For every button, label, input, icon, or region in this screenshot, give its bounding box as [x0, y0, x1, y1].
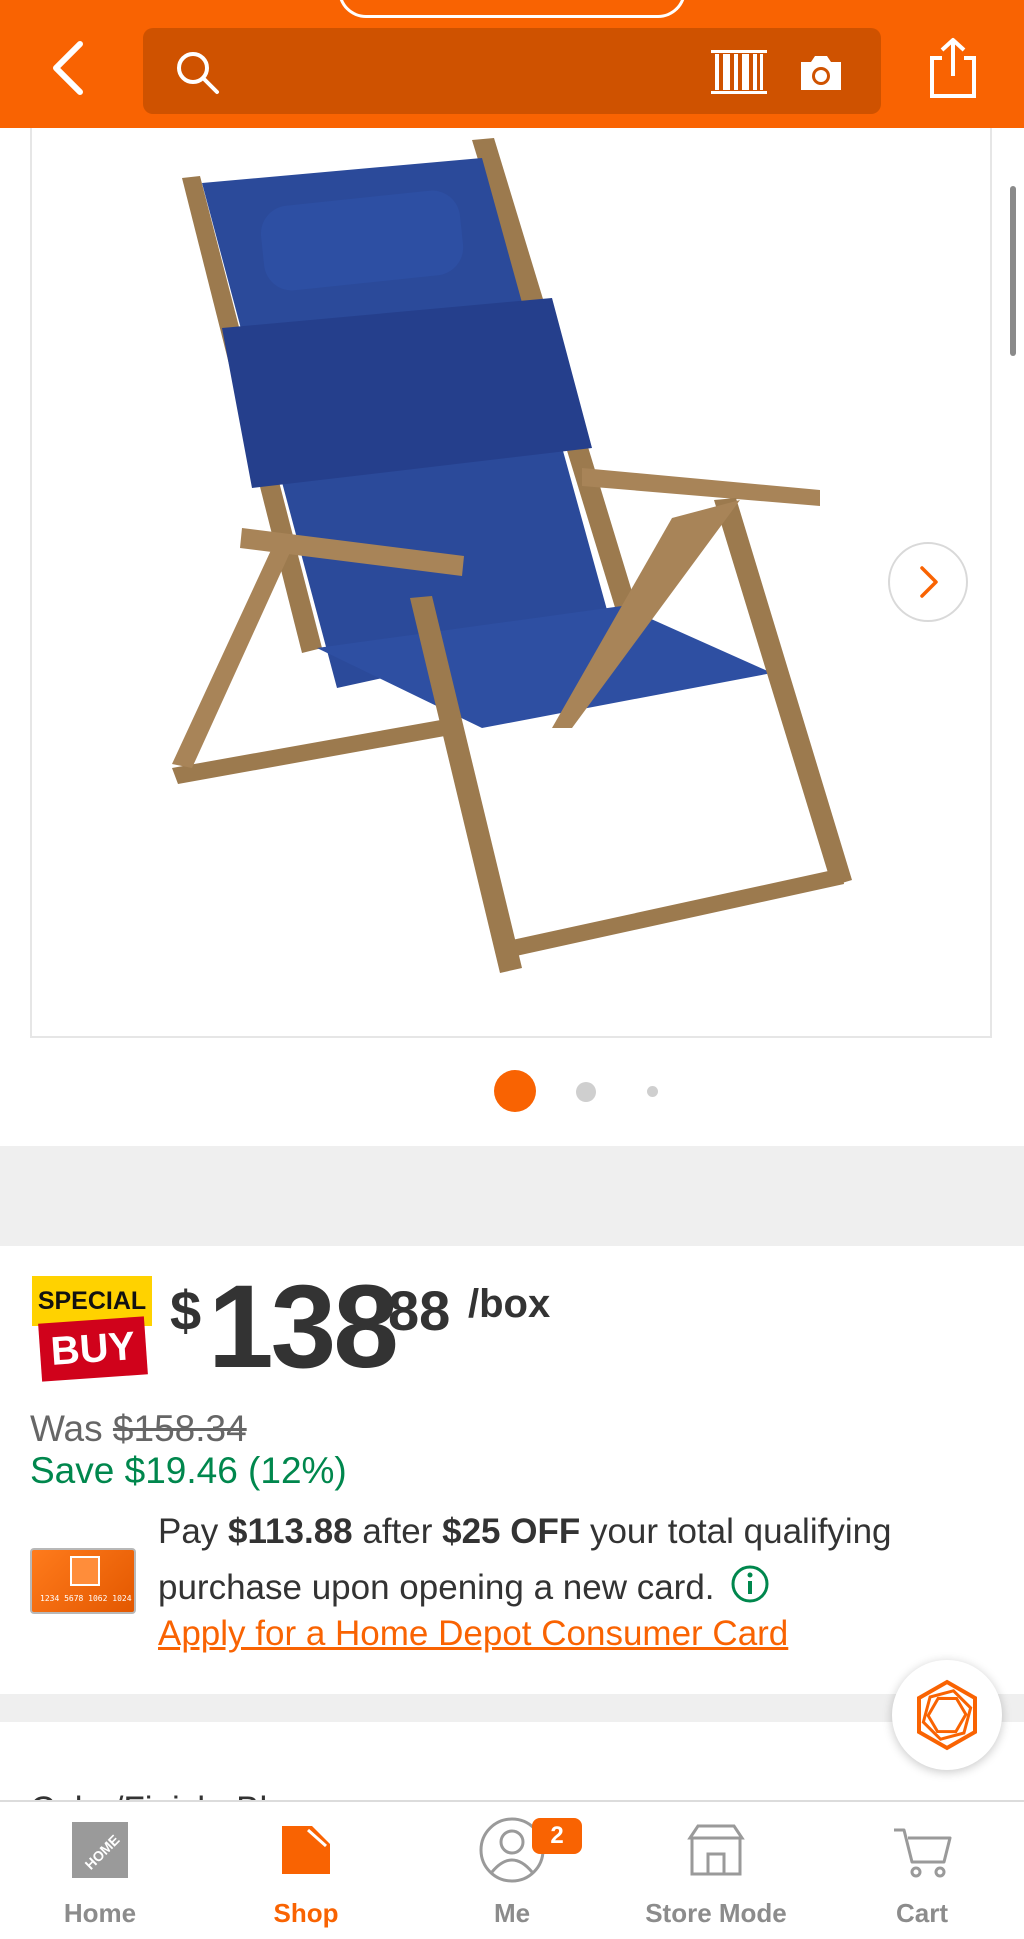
cart-icon [888, 1816, 956, 1884]
price-cents: 88 [388, 1279, 451, 1342]
savings-text: Save $19.46 (12%) [30, 1450, 347, 1491]
home-depot-logo-icon [70, 1556, 100, 1586]
hexagon-logo-icon [917, 1679, 977, 1751]
product-image-gallery[interactable] [30, 128, 992, 1038]
nav-me-label: Me [493, 1898, 531, 1928]
pagination-dot[interactable] [647, 1086, 658, 1097]
offer-amount: $113.88 [228, 1512, 353, 1551]
nav-store-mode-label: Store Mode [645, 1898, 787, 1928]
nav-store-mode[interactable]: Store Mode [626, 1816, 806, 1936]
image-pagination-dots[interactable] [0, 1068, 1024, 1114]
store-icon [682, 1816, 750, 1884]
barcode-icon[interactable] [711, 50, 767, 94]
price-unit: /box [468, 1282, 551, 1326]
color-finish-heading: Color/Finish: Bl [30, 1782, 330, 1800]
credit-card-image: 1234 5678 1062 1024 [30, 1548, 136, 1614]
shop-tag-icon [272, 1816, 340, 1884]
top-app-bar [0, 0, 1024, 128]
nav-home[interactable]: HOME Home [10, 1816, 190, 1936]
bottom-navigation: HOME Home Shop 2 Me Store Mode Cart [0, 1800, 1024, 1939]
chat-assistant-button[interactable] [892, 1660, 1002, 1770]
card-number: 1234 5678 1062 1024 [40, 1594, 132, 1603]
search-input[interactable] [143, 28, 881, 114]
device-notch [338, 0, 686, 18]
info-icon[interactable] [730, 1564, 770, 1604]
back-arrow-icon[interactable] [44, 38, 96, 98]
scroll-indicator [1010, 186, 1016, 356]
offer-mid: after [352, 1512, 443, 1551]
offer-discount: $25 OFF [442, 1512, 581, 1551]
was-price: $158.34 [112, 1408, 247, 1449]
nav-shop-label: Shop [273, 1898, 339, 1928]
card-offer-text: Pay $113.88 after $25 OFF your total qua… [158, 1504, 978, 1616]
nav-cart[interactable]: Cart [832, 1816, 1012, 1936]
apply-card-link[interactable]: Apply for a Home Depot Consumer Card [158, 1614, 788, 1654]
nav-me[interactable]: 2 Me [422, 1816, 602, 1936]
share-icon[interactable] [926, 36, 980, 100]
search-icon [173, 48, 221, 96]
camera-icon[interactable] [797, 50, 845, 94]
was-price-line: Was $158.34 [30, 1408, 247, 1450]
notification-badge: 2 [532, 1818, 582, 1854]
nav-cart-label: Cart [895, 1898, 948, 1928]
section-divider [0, 1694, 1024, 1722]
color-finish-text: Color/Finish: Bl [30, 1790, 267, 1800]
nav-home-label: Home [63, 1898, 137, 1928]
product-image [172, 138, 852, 973]
home-depot-logo-icon: HOME [66, 1816, 134, 1884]
nav-shop[interactable]: Shop [216, 1816, 396, 1936]
special-buy-badge: SPECIAL BUY [32, 1276, 152, 1386]
offer-pre: Pay [158, 1512, 229, 1551]
product-price: $ 138 88 /box [170, 1268, 870, 1386]
badge-bottom-text: BUY [38, 1316, 148, 1382]
was-label: Was [30, 1408, 103, 1449]
pagination-dot-active[interactable] [494, 1070, 536, 1112]
pagination-dot[interactable] [576, 1082, 596, 1102]
price-dollars: 138 [208, 1261, 399, 1393]
price-currency: $ [170, 1279, 202, 1342]
section-divider [0, 1146, 1024, 1246]
next-image-button[interactable] [888, 542, 968, 622]
